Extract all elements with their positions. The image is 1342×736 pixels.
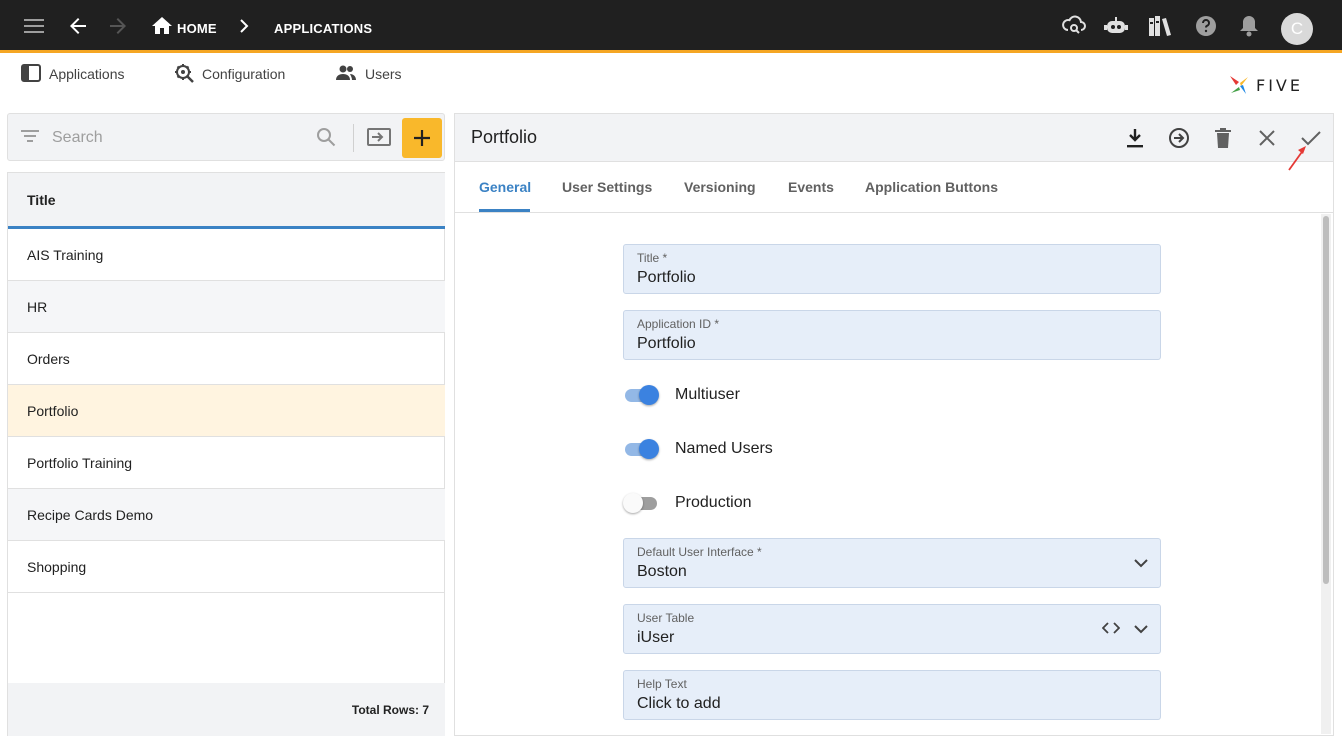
total-rows: Total Rows: 7 bbox=[351, 703, 429, 717]
list-item-label: AIS Training bbox=[27, 247, 104, 263]
applications-icon bbox=[21, 63, 41, 85]
list-item-selected[interactable]: Portfolio bbox=[8, 385, 445, 437]
default-ui-value: Boston bbox=[637, 563, 687, 580]
user-table-value: iUser bbox=[637, 629, 675, 646]
search-icon[interactable] bbox=[316, 127, 336, 152]
column-header-title[interactable]: Title bbox=[27, 192, 56, 208]
help-text-label: Help Text bbox=[637, 677, 687, 691]
named-users-label: Named Users bbox=[675, 440, 773, 457]
arrow-circle-right-icon[interactable] bbox=[1167, 126, 1191, 150]
code-icon[interactable] bbox=[1101, 621, 1121, 639]
logo-text: FIVE bbox=[1256, 75, 1303, 95]
bell-icon[interactable] bbox=[1237, 14, 1261, 38]
application-id-label: Application ID * bbox=[637, 317, 720, 331]
tab-user-settings[interactable]: User Settings bbox=[562, 179, 652, 195]
application-id-field[interactable]: Application ID * Portfolio bbox=[623, 310, 1161, 360]
scrollbar-thumb[interactable] bbox=[1323, 216, 1329, 584]
application-id-value[interactable]: Portfolio bbox=[637, 335, 696, 353]
five-logo: FIVE bbox=[1228, 72, 1318, 98]
tab-application-buttons[interactable]: Application Buttons bbox=[865, 179, 998, 195]
list-item-label: Recipe Cards Demo bbox=[27, 507, 154, 523]
list-item[interactable]: AIS Training bbox=[8, 229, 445, 281]
list-item[interactable]: Recipe Cards Demo bbox=[8, 489, 445, 541]
menu-icon[interactable] bbox=[22, 14, 46, 38]
home-icon[interactable] bbox=[150, 14, 174, 38]
default-ui-label: Default User Interface * bbox=[637, 545, 762, 559]
download-icon[interactable] bbox=[1123, 126, 1147, 150]
subnav-users[interactable]: Users bbox=[335, 64, 402, 84]
top-bar: HOME APPLICATIONS C bbox=[0, 0, 1342, 53]
trash-icon[interactable] bbox=[1211, 126, 1235, 150]
title-field[interactable]: Title * Portfolio bbox=[623, 244, 1161, 294]
title-field-label: Title * bbox=[637, 251, 668, 265]
detail-panel: Portfolio General User Settings Versioni… bbox=[454, 113, 1334, 736]
chevron-right-icon bbox=[232, 14, 256, 38]
chevron-down-icon[interactable] bbox=[1134, 555, 1148, 573]
help-text-value[interactable]: Click to add bbox=[637, 695, 721, 713]
library-icon[interactable] bbox=[1148, 14, 1172, 38]
search-bar: Search bbox=[7, 113, 445, 161]
multiuser-toggle[interactable] bbox=[623, 384, 659, 406]
scrollbar[interactable] bbox=[1321, 214, 1331, 734]
list-item-label: Shopping bbox=[27, 559, 87, 575]
default-ui-select[interactable]: Default User Interface * Boston bbox=[623, 538, 1161, 588]
subnav-users-label: Users bbox=[365, 66, 402, 82]
subnav-configuration-label: Configuration bbox=[202, 66, 286, 82]
title-field-value[interactable]: Portfolio bbox=[637, 269, 696, 287]
tab-versioning[interactable]: Versioning bbox=[684, 179, 756, 195]
help-icon[interactable] bbox=[1194, 14, 1218, 38]
divider bbox=[353, 124, 354, 152]
subnav-applications[interactable]: Applications bbox=[21, 63, 125, 85]
avatar[interactable]: C bbox=[1281, 13, 1313, 45]
applications-list: Title AIS Training HR Orders Portfolio P… bbox=[7, 172, 445, 736]
list-item[interactable]: Orders bbox=[8, 333, 445, 385]
subnav-applications-label: Applications bbox=[49, 66, 125, 82]
chevron-down-icon[interactable] bbox=[1134, 621, 1148, 639]
tab-events[interactable]: Events bbox=[788, 179, 834, 195]
list-item-label: Portfolio Training bbox=[27, 455, 133, 471]
list-item[interactable]: Portfolio Training bbox=[8, 437, 445, 489]
detail-header: Portfolio bbox=[455, 114, 1333, 162]
users-icon bbox=[335, 65, 357, 84]
back-arrow-icon[interactable] bbox=[66, 14, 90, 38]
robot-icon[interactable] bbox=[1104, 14, 1128, 38]
active-tab-indicator bbox=[479, 209, 530, 212]
list-item-label: Orders bbox=[27, 351, 70, 367]
five-logo-mark-icon bbox=[1230, 76, 1248, 94]
plus-icon bbox=[414, 130, 430, 146]
breadcrumb-applications[interactable]: APPLICATIONS bbox=[274, 21, 372, 36]
breadcrumb-home[interactable]: HOME bbox=[177, 21, 217, 36]
list-header[interactable]: Title bbox=[8, 173, 445, 229]
list-item[interactable]: Shopping bbox=[8, 541, 445, 593]
production-label: Production bbox=[675, 494, 752, 511]
subnav-configuration[interactable]: Configuration bbox=[174, 63, 286, 86]
add-button[interactable] bbox=[402, 118, 442, 158]
production-toggle[interactable] bbox=[623, 492, 659, 514]
cloud-search-icon[interactable] bbox=[1062, 14, 1086, 38]
close-icon[interactable] bbox=[1255, 126, 1279, 150]
import-icon[interactable] bbox=[367, 127, 391, 152]
list-item-label: Portfolio bbox=[27, 403, 79, 419]
gear-wrench-icon bbox=[174, 63, 194, 86]
filter-icon[interactable] bbox=[21, 129, 39, 148]
help-text-field[interactable]: Help Text Click to add bbox=[623, 670, 1161, 720]
user-table-label: User Table bbox=[637, 611, 695, 625]
list-item-label: HR bbox=[27, 299, 48, 315]
user-table-select[interactable]: User Table iUser bbox=[623, 604, 1161, 654]
list-item[interactable]: HR bbox=[8, 281, 445, 333]
multiuser-label: Multiuser bbox=[675, 386, 740, 403]
tab-general[interactable]: General bbox=[479, 179, 531, 195]
named-users-toggle[interactable] bbox=[623, 438, 659, 460]
search-input[interactable]: Search bbox=[52, 129, 103, 147]
forward-arrow-icon[interactable] bbox=[106, 14, 130, 38]
detail-title: Portfolio bbox=[471, 127, 538, 147]
tab-bar: General User Settings Versioning Events … bbox=[455, 163, 1333, 213]
list-footer: Total Rows: 7 bbox=[8, 683, 445, 736]
